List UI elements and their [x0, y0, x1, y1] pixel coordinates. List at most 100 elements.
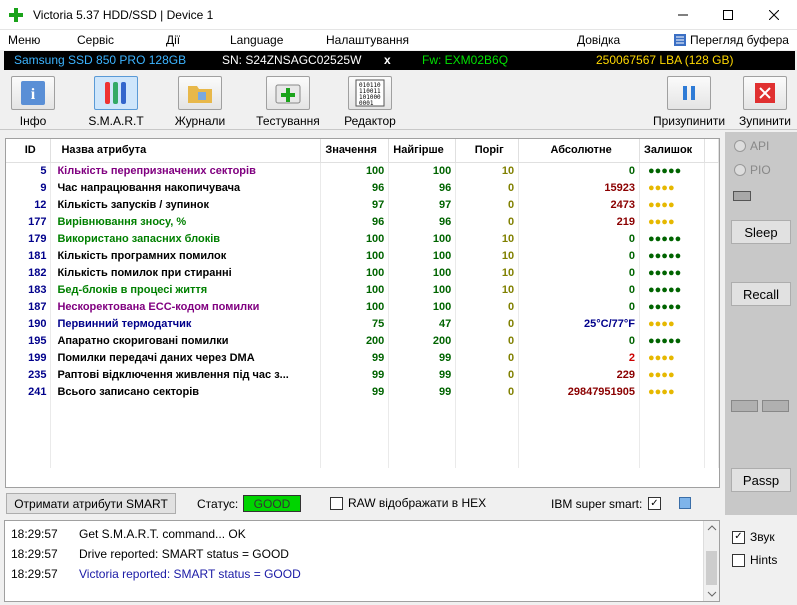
info-label: Інфо	[19, 114, 47, 128]
attr-worst: 100	[388, 230, 457, 247]
scroll-up-arrow-icon[interactable]	[704, 521, 720, 535]
attr-threshold: 0	[455, 349, 520, 366]
table-row[interactable]: 177 Вирівнювання зносу, % 96 96 0 219 ●●●●	[6, 213, 719, 230]
hints-checkbox[interactable]: Hints	[732, 553, 777, 567]
table-row[interactable]: 195 Апаратно скориговані помилки 200 200 0 0 ●…	[6, 332, 719, 349]
table-row[interactable]: 12 Кількість запусків / зупинок 97 97 0 2473 ●…	[6, 196, 719, 213]
title-bar: Victoria 5.37 HDD/SSD | Device 1	[0, 0, 797, 30]
log-message: Get S.M.A.R.T. command... OK	[79, 527, 246, 541]
menu-item-help[interactable]: Довідка	[577, 33, 620, 47]
info-button[interactable]: i Інфо	[8, 76, 58, 128]
scrollbar-thumb[interactable]	[706, 551, 717, 585]
menu-item-service[interactable]: Сервіс	[77, 33, 114, 47]
attr-threshold: 10	[455, 264, 520, 281]
attr-value: 200	[320, 332, 390, 349]
editor-button[interactable]: 010110 110011 101000 0001 Редактор	[340, 76, 400, 128]
raw-hex-checkbox[interactable]: RAW відображати в HEX	[330, 496, 486, 510]
attr-absolute: 0	[518, 332, 641, 349]
maximize-button[interactable]	[705, 0, 751, 30]
table-row[interactable]: 5 Кількість перепризначених секторів 100 10…	[6, 162, 719, 179]
header-worst[interactable]: Найгірше	[388, 139, 457, 163]
attr-worst: 99	[388, 366, 457, 383]
header-filler	[704, 139, 719, 163]
tests-button[interactable]: Тестування	[252, 76, 324, 128]
table-row[interactable]: 199 Помилки передачі даних через DMA 99 99 0…	[6, 349, 719, 366]
api-radio[interactable]: API	[734, 139, 769, 153]
attr-remaining-dots: ●●●●	[639, 383, 705, 400]
header-name[interactable]: Назва атрибута	[50, 139, 322, 163]
header-absolute[interactable]: Абсолютне	[518, 139, 641, 163]
header-id[interactable]: ID	[6, 139, 52, 163]
attr-threshold: 10	[455, 281, 520, 298]
attr-worst: 100	[388, 264, 457, 281]
header-remaining[interactable]: Залишок	[639, 139, 705, 163]
binary-editor-icon: 0101101100111010000001	[355, 79, 385, 107]
checkbox-checked-icon: ✓	[732, 530, 745, 544]
menu-item-actions[interactable]: Дії	[166, 33, 180, 47]
attr-worst: 97	[388, 196, 457, 213]
svg-text:0001: 0001	[359, 100, 374, 107]
attr-remaining-dots: ●●●●●	[639, 332, 705, 349]
log-time: 18:29:57	[11, 547, 58, 561]
smart-attributes-table[interactable]: ID Назва атрибута Значення Найгірше Порі…	[5, 138, 720, 488]
logs-button[interactable]: Журнали	[170, 76, 230, 128]
attr-remaining-dots: ●●●●	[639, 179, 705, 196]
log-panel[interactable]: 18:29:57 Get S.M.A.R.T. command... OK 18:…	[4, 520, 720, 602]
folder-icon	[188, 86, 212, 103]
attr-threshold: 0	[455, 366, 520, 383]
attr-absolute: 0	[518, 230, 641, 247]
menu-item-language[interactable]: Language	[230, 33, 283, 47]
minimize-button[interactable]	[660, 0, 706, 30]
row-filler	[704, 315, 719, 332]
header-threshold[interactable]: Поріг	[455, 139, 520, 163]
radio-circle-icon	[734, 164, 746, 176]
row-filler	[704, 281, 719, 298]
table-row[interactable]: 190 Первинний термодатчик 75 47 0 25°C/77°F ●●…	[6, 315, 719, 332]
small-disabled-button-right[interactable]	[762, 400, 789, 412]
menu-item-menu[interactable]: Меню	[8, 33, 40, 47]
row-filler	[704, 162, 719, 179]
attr-worst: 47	[388, 315, 457, 332]
attr-id: 235	[6, 366, 52, 383]
attr-threshold: 0	[455, 213, 520, 230]
table-row[interactable]: 183 Бед-блоків в процесі життя 100 100 10 0 ●●…	[6, 281, 719, 298]
attr-value: 96	[320, 213, 390, 230]
table-row[interactable]: 182 Кількість помилок при стиранні 100 100 1…	[6, 264, 719, 281]
close-button[interactable]	[751, 0, 797, 30]
row-filler	[704, 366, 719, 383]
small-disabled-button-left[interactable]	[731, 400, 758, 412]
smart-button[interactable]: S.M.A.R.T	[86, 76, 146, 128]
log-scrollbar[interactable]	[703, 521, 719, 601]
header-value[interactable]: Значення	[320, 139, 390, 163]
attr-value: 100	[320, 230, 390, 247]
clipboard-view-button[interactable]: Перегляд буфера	[674, 33, 789, 47]
sleep-button[interactable]: Sleep	[731, 220, 791, 244]
table-row[interactable]: 187 Нескоректована ECC-кодом помилки 100 10…	[6, 298, 719, 315]
attr-worst: 96	[388, 179, 457, 196]
recall-button[interactable]: Recall	[731, 282, 791, 306]
attr-threshold: 0	[455, 298, 520, 315]
table-row[interactable]: 9 Час напрацювання накопичувача 96 96 0 15923…	[6, 179, 719, 196]
table-row[interactable]: 241 Всього записано секторів 99 99 0 29847951…	[6, 383, 719, 400]
table-row[interactable]: 235 Раптові відключення живлення під час …	[6, 366, 719, 383]
menu-item-settings[interactable]: Налаштування	[326, 33, 409, 47]
color-swatch[interactable]	[679, 497, 691, 509]
raw-hex-label: RAW відображати в HEX	[348, 496, 487, 510]
stop-button[interactable]: Зупинити	[737, 76, 793, 128]
pio-radio[interactable]: PIO	[734, 163, 771, 177]
ibm-super-smart-checkbox[interactable]: ✓	[648, 497, 661, 510]
sound-checkbox[interactable]: ✓ Звук	[732, 530, 775, 544]
attr-id: 9	[6, 179, 52, 196]
attr-absolute: 25°C/77°F	[518, 315, 641, 332]
attr-remaining-dots: ●●●●	[639, 349, 705, 366]
table-row[interactable]: 181 Кількість програмних помилок 100 100 10 0…	[6, 247, 719, 264]
attr-id: 195	[6, 332, 52, 349]
pause-button[interactable]: Призупинити	[652, 76, 726, 128]
scroll-down-arrow-icon[interactable]	[704, 587, 720, 601]
table-row[interactable]: 179 Використано запасних блоків 100 100 10 0 ●…	[6, 230, 719, 247]
attr-worst: 100	[388, 298, 457, 315]
get-smart-button[interactable]: Отримати атрибути SMART	[6, 493, 176, 514]
passp-button[interactable]: Passp	[731, 468, 791, 492]
attr-name: Бед-блоків в процесі життя	[50, 281, 322, 298]
app-plus-icon	[9, 8, 23, 22]
